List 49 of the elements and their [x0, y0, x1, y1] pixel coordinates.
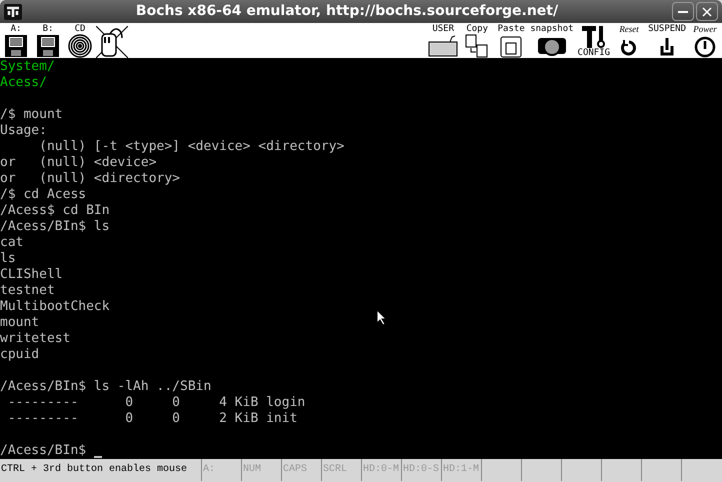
toolbar-button[interactable]: USER [426, 24, 460, 58]
text-cursor [94, 456, 102, 458]
toolbar-button[interactable]: CD [64, 24, 96, 58]
terminal-line: or (null) <directory> [0, 171, 180, 187]
terminal-line: /Acess/BIn$ [0, 443, 88, 459]
terminal-line: CLIShell [0, 267, 63, 283]
close-icon [702, 6, 712, 16]
window-title: Bochs x86-64 emulator, http://bochs.sourceforge.net/ [134, 2, 560, 21]
terminal-line: MultibootCheck [0, 299, 110, 315]
terminal-line: writetest [0, 331, 70, 347]
toolbar-button[interactable]: CONFIG [576, 24, 612, 58]
toolbar-button[interactable] [96, 24, 128, 58]
toolbar-button[interactable]: SUSPEND [646, 24, 688, 58]
toolbar-button[interactable]: Copy [460, 24, 494, 58]
terminal-line: /Acess/BIn$ ls [0, 219, 110, 235]
terminal-line: --------- 0 0 2 KiB init [6, 411, 298, 427]
terminal-line: (null) [-t <type>] <device> <directory> [38, 139, 344, 155]
mouse-pointer-icon [376, 309, 387, 326]
status-indicator: SCRL [322, 459, 362, 481]
status-message: CTRL + 3rd button enables mouse [0, 459, 202, 481]
status-indicator: HD:0-S [402, 459, 442, 481]
app-icon[interactable] [4, 4, 22, 20]
terminal-line: /Acess$ cd BIn [0, 203, 110, 219]
toolbar-button[interactable]: Reset [612, 24, 646, 58]
status-indicator: HD:0-M [362, 459, 402, 481]
toolbar-button[interactable]: B: [32, 24, 64, 58]
terminal-line: mount [0, 315, 40, 331]
terminal-line: Acess/ [0, 75, 47, 91]
minimize-button[interactable] [672, 2, 694, 21]
terminal-line: ls [0, 251, 16, 267]
terminal-line: cat [0, 235, 24, 251]
terminal-line: /$ mount [0, 107, 63, 123]
status-indicator: CAPS [282, 459, 322, 481]
toolbar-button[interactable]: Power [688, 24, 722, 58]
toolbar-button[interactable]: snapshot [528, 24, 576, 58]
status-indicator: NUM [242, 459, 282, 481]
status-indicator: A: [202, 459, 242, 481]
toolbar-button[interactable]: A: [0, 24, 32, 58]
terminal-line: /$ cd Acess [0, 187, 86, 203]
terminal-line: or (null) <device> [0, 155, 157, 171]
terminal-line: /Acess/BIn$ ls -lAh ../SBin [0, 379, 212, 395]
status-indicator: HD:1-M [442, 459, 482, 481]
terminal-line: --------- 0 0 4 KiB login [6, 395, 306, 411]
terminal-line: Usage: [0, 123, 47, 139]
terminal-line: System/ [0, 59, 55, 75]
close-button[interactable] [696, 2, 718, 21]
toolbar-button[interactable]: Paste [494, 24, 528, 58]
terminal-line: testnet [0, 283, 55, 299]
terminal-line: cpuid [0, 347, 40, 363]
